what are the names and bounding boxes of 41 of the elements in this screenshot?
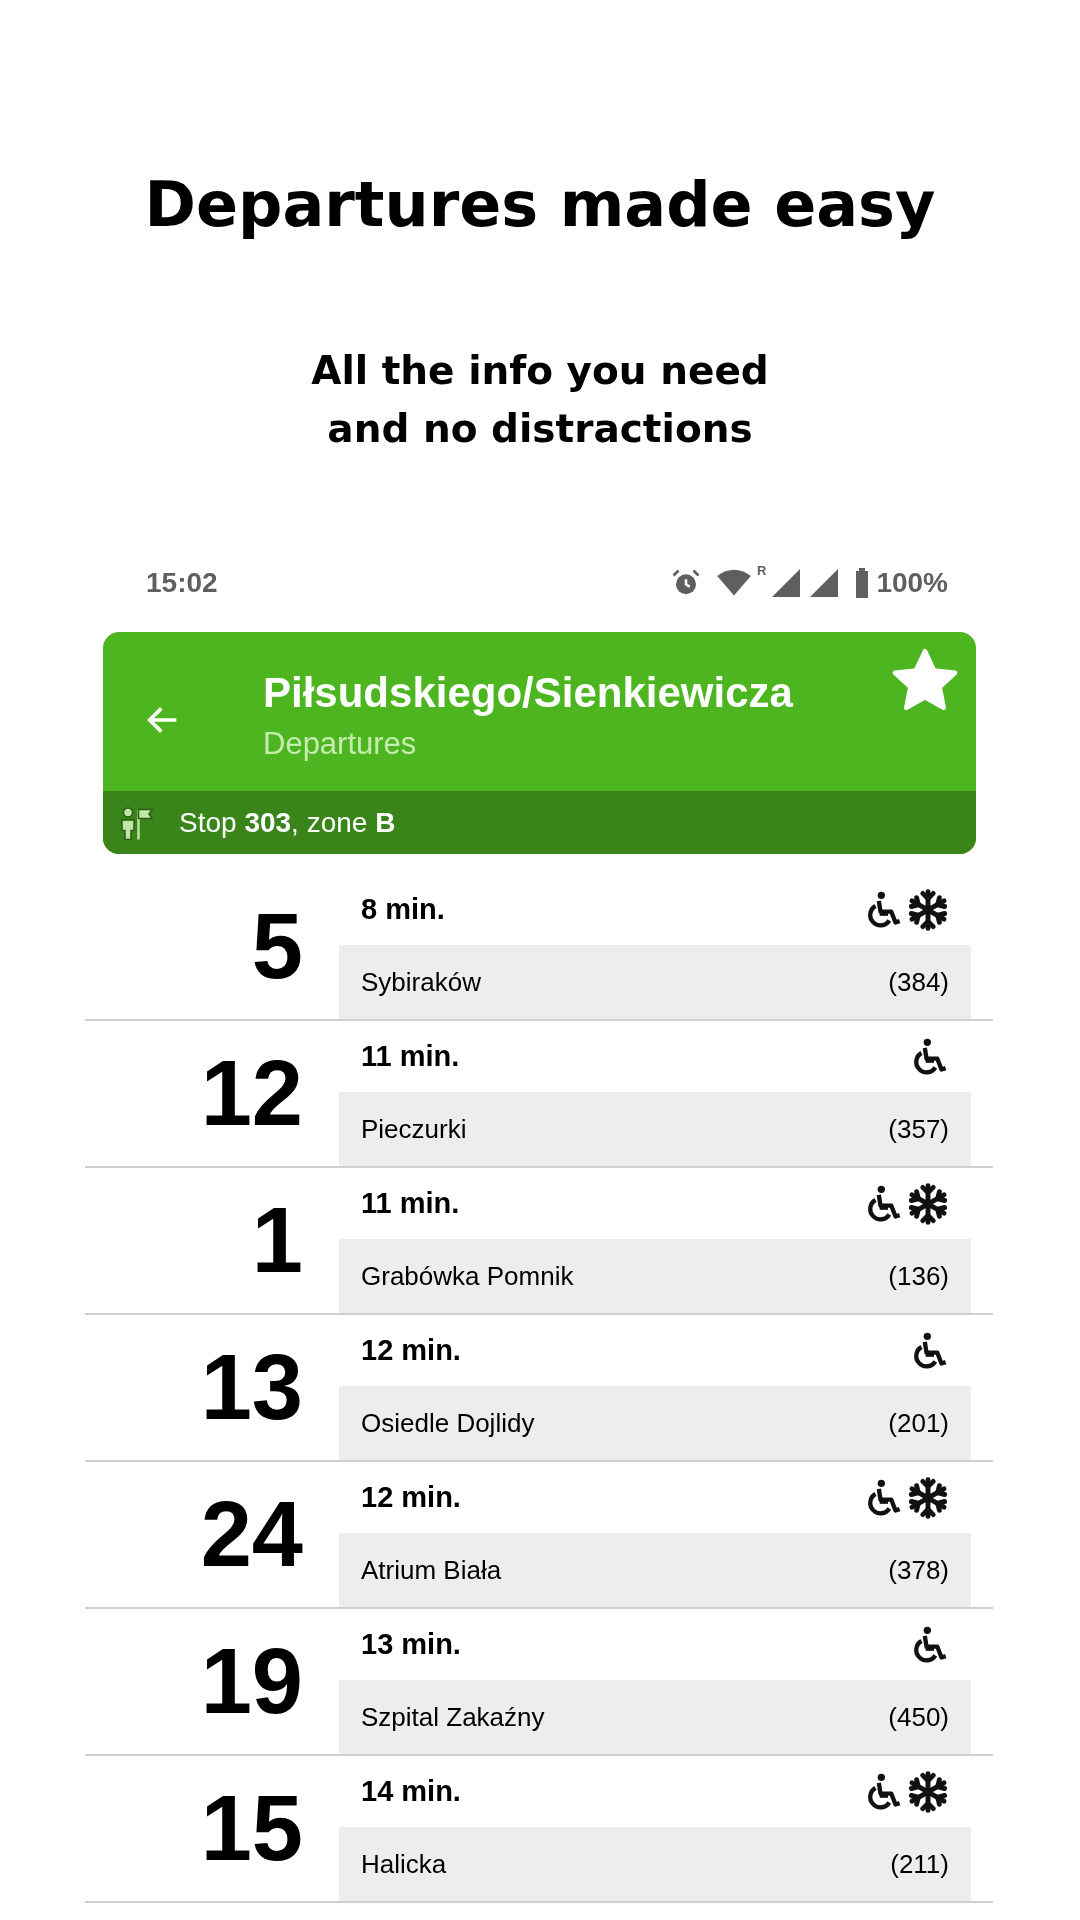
destination-name: Szpital Zakaźny bbox=[361, 1701, 546, 1733]
departure-time: 13 min. bbox=[361, 1628, 462, 1661]
battery-level: 100% bbox=[876, 567, 948, 599]
departure-time: 12 min. bbox=[361, 1334, 462, 1367]
stop-zone-info: Stop 303, zone B bbox=[179, 806, 396, 839]
route-number: 5 bbox=[250, 894, 304, 999]
stop-title: Piłsudskiego/Sienkiewicza bbox=[263, 668, 794, 718]
signal-icon bbox=[772, 569, 801, 597]
headline: Departures made easy bbox=[143, 167, 937, 242]
screen-subtitle: Departures bbox=[263, 725, 418, 763]
destination-name: Grabówka Pomnik bbox=[361, 1260, 575, 1292]
vehicle-number: (450) bbox=[888, 1701, 949, 1733]
route-number: 15 bbox=[199, 1776, 304, 1881]
signal-icon bbox=[810, 569, 839, 597]
battery-icon bbox=[854, 568, 871, 598]
route-number: 12 bbox=[199, 1041, 304, 1146]
wifi-icon bbox=[717, 569, 751, 597]
clock-time: 15:02 bbox=[146, 567, 218, 599]
roaming-indicator: R bbox=[757, 563, 767, 578]
vehicle-number: (211) bbox=[890, 1848, 949, 1880]
departure-time: 11 min. bbox=[361, 1040, 461, 1073]
subheadline: All the info you need and no distractions bbox=[310, 347, 770, 453]
destination-name: Sybiraków bbox=[361, 966, 482, 998]
destination-name: Osiedle Dojlidy bbox=[361, 1407, 536, 1439]
vehicle-number: (357) bbox=[888, 1113, 949, 1145]
departure-time: 8 min. bbox=[361, 893, 446, 926]
person-flag-icon bbox=[119, 805, 155, 840]
destination-name: Pieczurki bbox=[361, 1113, 468, 1145]
departure-time: 11 min. bbox=[361, 1187, 461, 1220]
departure-time: 12 min. bbox=[361, 1481, 462, 1514]
departure-time: 14 min. bbox=[361, 1775, 462, 1808]
route-number: 13 bbox=[199, 1335, 304, 1440]
vehicle-number: (378) bbox=[888, 1554, 949, 1586]
vehicle-number: (201) bbox=[888, 1407, 949, 1439]
destination-name: Atrium Biała bbox=[361, 1554, 503, 1586]
vehicle-number: (384) bbox=[888, 966, 949, 998]
destination-name: Halicka bbox=[361, 1848, 448, 1880]
route-number: 24 bbox=[199, 1482, 304, 1587]
route-number: 1 bbox=[250, 1188, 304, 1293]
route-number: 19 bbox=[199, 1629, 304, 1734]
vehicle-number: (136) bbox=[888, 1260, 949, 1292]
